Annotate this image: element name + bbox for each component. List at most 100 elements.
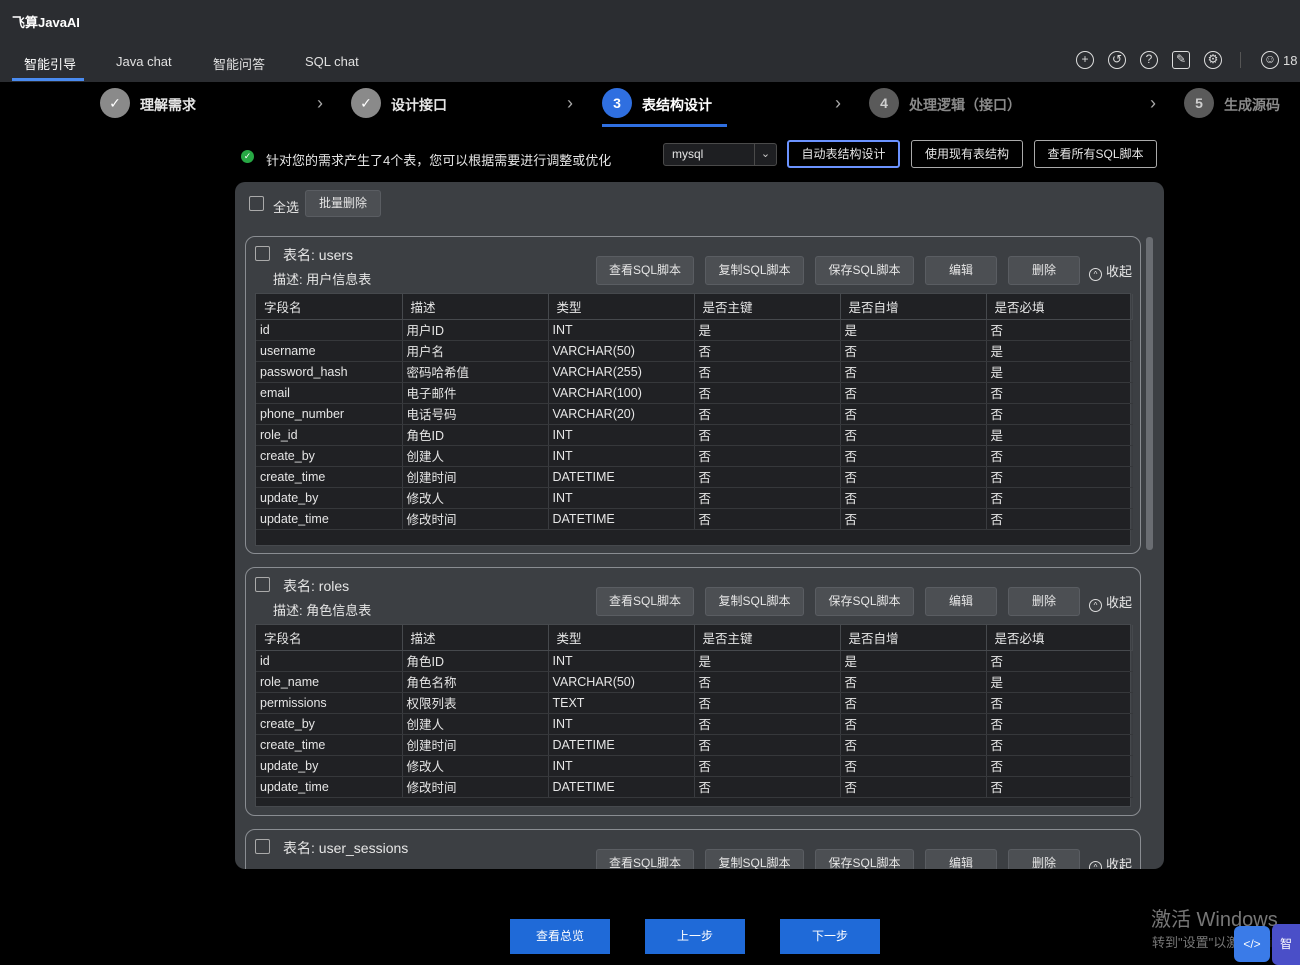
delete-button[interactable]: 删除 [1008, 849, 1080, 869]
tab-java-chat[interactable]: Java chat [116, 54, 172, 69]
user-label[interactable]: 18 [1283, 53, 1297, 68]
table-cell: 否 [840, 671, 987, 693]
col-header: 是否自增 [840, 625, 987, 651]
table-cell: update_by [256, 755, 403, 777]
table-cell: 否 [840, 734, 987, 756]
step-1-label[interactable]: 理解需求 [140, 95, 196, 115]
delete-button[interactable]: 删除 [1008, 587, 1080, 616]
step-4-label[interactable]: 处理逻辑（接口） [909, 95, 1021, 115]
collapse-label: 收起 [1106, 857, 1133, 869]
table-row[interactable]: update_by 修改人 INT 否否否 [256, 487, 1133, 509]
table-card-user-sessions: 表名: user_sessions 查看SQL脚本 复制SQL脚本 保存SQL脚… [245, 829, 1141, 869]
table-row[interactable]: update_time 修改时间 DATETIME 否否否 [256, 508, 1133, 530]
table-cell: 创建人 [402, 445, 549, 467]
table-cell: 是 [694, 319, 841, 341]
copy-sql-button[interactable]: 复制SQL脚本 [705, 587, 804, 616]
header-divider [1240, 52, 1241, 68]
edit-icon[interactable]: ✎ [1172, 51, 1190, 69]
table-row[interactable]: password_hash 密码哈希值 VARCHAR(255) 否否是 [256, 361, 1133, 383]
table-row[interactable]: id 用户ID INT 是是否 [256, 319, 1133, 341]
history-icon[interactable]: ↺ [1108, 51, 1126, 69]
view-sql-button[interactable]: 查看SQL脚本 [596, 849, 694, 869]
table-cell: 否 [840, 487, 987, 509]
table-description: 描述: 用户信息表 [273, 272, 372, 287]
table-row[interactable]: create_time 创建时间 DATETIME 否否否 [256, 466, 1133, 488]
table-cell: 否 [694, 713, 841, 735]
table-row[interactable]: id 角色ID INT 是是否 [256, 650, 1133, 672]
table-cell: 角色名称 [402, 671, 549, 693]
table-row[interactable]: update_by 修改人 INT 否否否 [256, 755, 1133, 777]
top-bar: 飞算JavaAI 智能引导 Java chat 智能问答 SQL chat + … [0, 0, 1300, 82]
col-header: 是否必填 [986, 294, 1133, 320]
collapse-toggle[interactable]: ^ 收起 [1089, 592, 1132, 612]
table-row[interactable]: username 用户名 VARCHAR(50) 否否是 [256, 340, 1133, 362]
table-row[interactable]: update_time 修改时间 DATETIME 否否否 [256, 776, 1133, 798]
table-row[interactable]: create_by 创建人 INT 否否否 [256, 445, 1133, 467]
scrollbar[interactable] [1146, 237, 1153, 550]
delete-button[interactable]: 删除 [1008, 256, 1080, 285]
table-row[interactable]: create_by 创建人 INT 否否否 [256, 713, 1133, 735]
tab-smart-guide[interactable]: 智能引导 [24, 54, 76, 73]
table-card-users: 表名: users 描述: 用户信息表 查看SQL脚本 复制SQL脚本 保存SQ… [245, 236, 1141, 554]
collapse-label: 收起 [1106, 264, 1133, 279]
table-cell: 否 [840, 713, 987, 735]
overview-button[interactable]: 查看总览 [510, 919, 610, 954]
edit-button[interactable]: 编辑 [925, 849, 997, 869]
table-checkbox[interactable] [255, 577, 270, 592]
user-icon[interactable]: ☺ [1261, 51, 1279, 69]
copy-sql-button[interactable]: 复制SQL脚本 [705, 256, 804, 285]
table-cell: 否 [840, 776, 987, 798]
tab-smart-qa[interactable]: 智能问答 [213, 54, 265, 73]
table-cell: 角色ID [402, 424, 549, 446]
table-row[interactable]: create_time 创建时间 DATETIME 否否否 [256, 734, 1133, 756]
table-cell: 否 [840, 466, 987, 488]
tab-sql-chat[interactable]: SQL chat [305, 54, 359, 69]
floating-assistant-tab[interactable]: 智 [1272, 924, 1300, 965]
save-sql-button[interactable]: 保存SQL脚本 [815, 587, 914, 616]
save-sql-button[interactable]: 保存SQL脚本 [815, 256, 914, 285]
copy-sql-button[interactable]: 复制SQL脚本 [705, 849, 804, 869]
code-icon[interactable]: </> [1234, 926, 1270, 962]
collapse-toggle[interactable]: ^ 收起 [1089, 261, 1132, 281]
view-all-sql-button[interactable]: 查看所有SQL脚本 [1034, 140, 1157, 168]
table-row[interactable]: permissions 权限列表 TEXT 否否否 [256, 692, 1133, 714]
table-cell: INT [548, 487, 695, 509]
table-cell: 否 [694, 692, 841, 714]
table-cell: 用户名 [402, 340, 549, 362]
col-header: 描述 [402, 625, 549, 651]
step-5-label[interactable]: 生成源码 [1224, 95, 1280, 115]
step-progress: ✓ 理解需求 › ✓ 设计接口 › 3 表结构设计 › 4 处理逻辑（接口） ›… [0, 82, 1300, 128]
view-sql-button[interactable]: 查看SQL脚本 [596, 256, 694, 285]
auto-design-button[interactable]: 自动表结构设计 [787, 140, 900, 168]
table-row[interactable]: role_id 角色ID INT 否否是 [256, 424, 1133, 446]
table-cell: 否 [694, 382, 841, 404]
table-cell: 修改时间 [402, 508, 549, 530]
step-3-label[interactable]: 表结构设计 [642, 95, 712, 115]
table-row[interactable]: role_name 角色名称 VARCHAR(50) 否否是 [256, 671, 1133, 693]
use-existing-button[interactable]: 使用现有表结构 [911, 140, 1023, 168]
table-cell: create_time [256, 734, 403, 756]
select-all-label: 全选 [273, 200, 300, 215]
table-checkbox[interactable] [255, 246, 270, 261]
table-row[interactable]: email 电子邮件 VARCHAR(100) 否否否 [256, 382, 1133, 404]
save-sql-button[interactable]: 保存SQL脚本 [815, 849, 914, 869]
prev-step-button[interactable]: 上一步 [645, 919, 745, 954]
batch-delete-button[interactable]: 批量删除 [305, 190, 381, 217]
table-cell: 否 [986, 445, 1133, 467]
col-header: 类型 [548, 294, 695, 320]
collapse-toggle[interactable]: ^ 收起 [1089, 854, 1132, 869]
table-cell: 是 [986, 424, 1133, 446]
help-icon[interactable]: ? [1140, 51, 1158, 69]
next-step-button[interactable]: 下一步 [780, 919, 880, 954]
select-all-checkbox[interactable] [249, 196, 264, 211]
table-description: 描述: 角色信息表 [273, 603, 372, 618]
edit-button[interactable]: 编辑 [925, 587, 997, 616]
table-checkbox[interactable] [255, 839, 270, 854]
db-type-select[interactable]: mysql ⌄ [663, 143, 777, 166]
step-2-label[interactable]: 设计接口 [391, 95, 447, 115]
add-icon[interactable]: + [1076, 51, 1094, 69]
settings-icon[interactable]: ⚙ [1204, 51, 1222, 69]
view-sql-button[interactable]: 查看SQL脚本 [596, 587, 694, 616]
table-row[interactable]: phone_number 电话号码 VARCHAR(20) 否否否 [256, 403, 1133, 425]
edit-button[interactable]: 编辑 [925, 256, 997, 285]
